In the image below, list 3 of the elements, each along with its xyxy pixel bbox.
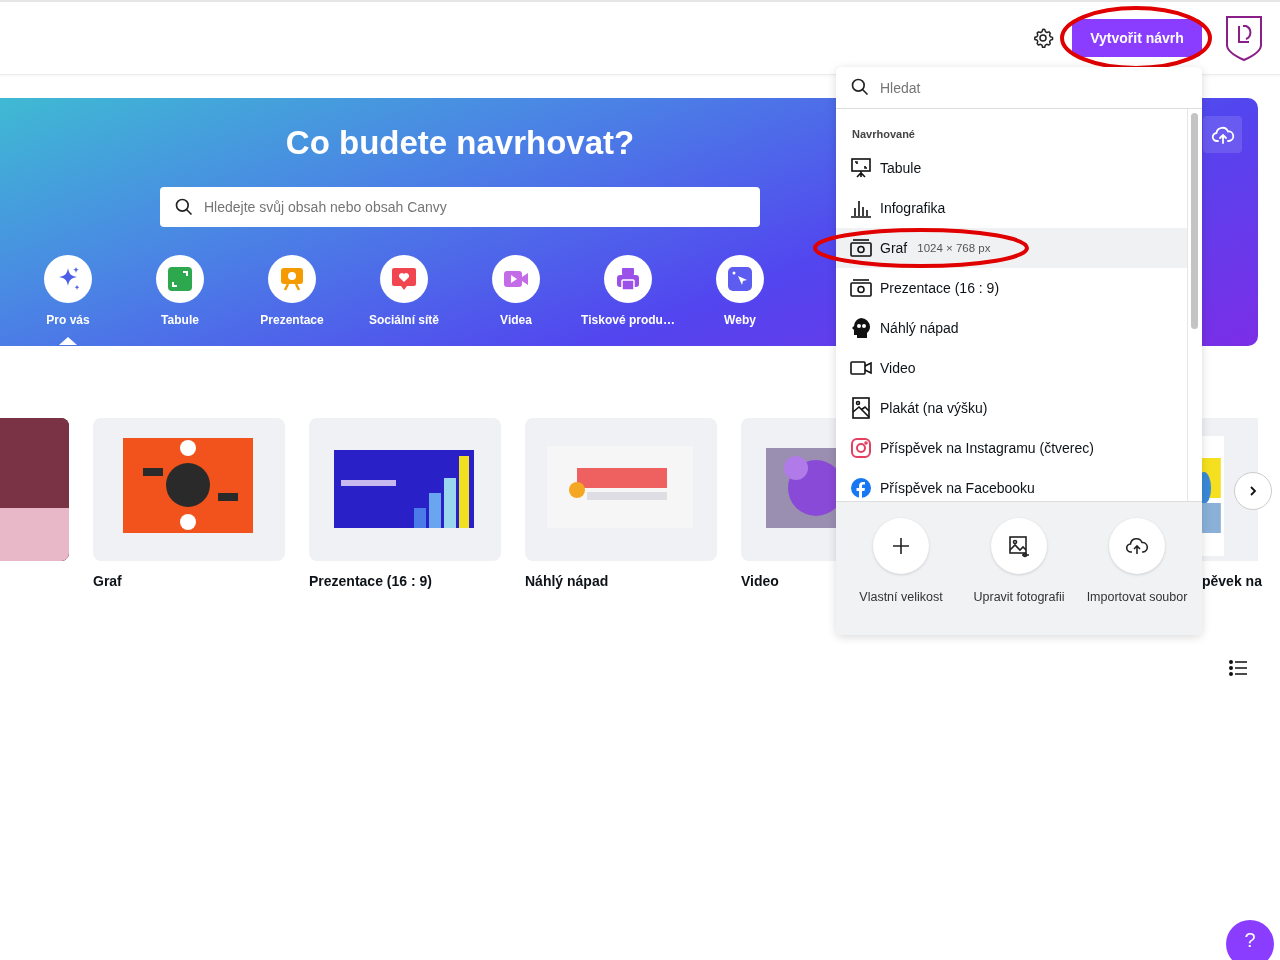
section-heading: Navrhované <box>851 128 916 142</box>
size-text: 1024 × 768 px <box>917 242 991 254</box>
hero-title: Co budete navrhovat? <box>285 124 635 162</box>
